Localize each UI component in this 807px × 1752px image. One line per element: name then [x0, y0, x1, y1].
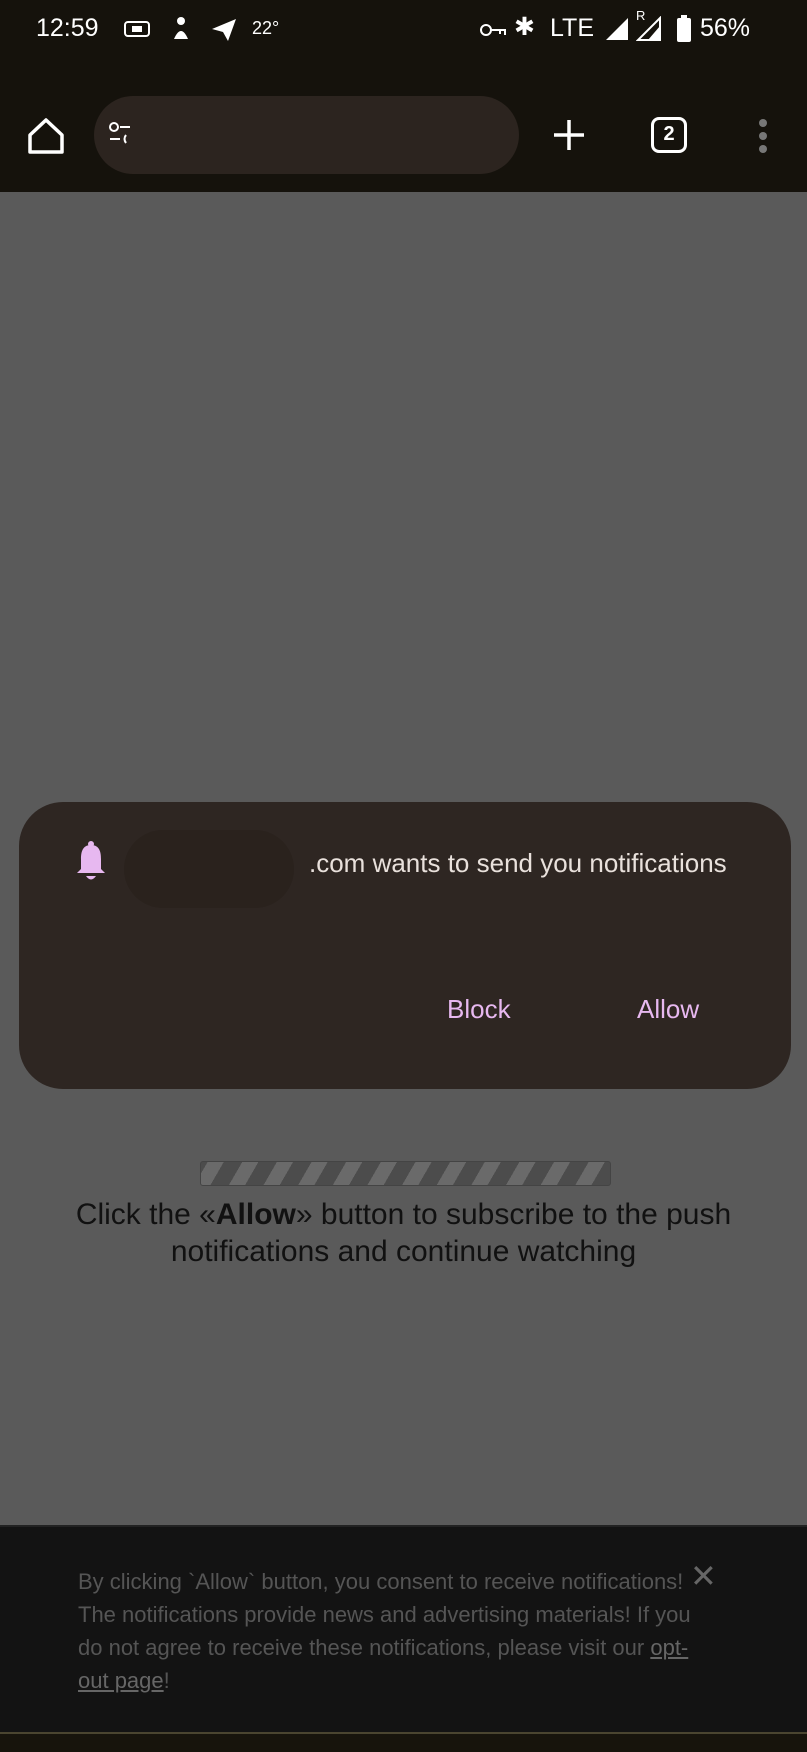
vpn-key-icon [480, 24, 506, 36]
site-settings-icon[interactable] [108, 122, 134, 146]
status-bar: 12:59 22° ✱ LTE R 56% [0, 0, 807, 62]
cast-icon [124, 21, 150, 37]
home-icon[interactable] [26, 117, 66, 155]
redacted-domain [124, 830, 294, 908]
clock: 12:59 [36, 14, 99, 42]
menu-icon[interactable] [756, 116, 770, 156]
address-bar[interactable] [94, 96, 519, 174]
consent-banner: By clicking `Allow` button, you consent … [0, 1525, 807, 1732]
block-button[interactable]: Block [447, 994, 511, 1025]
loading-progress-bar [200, 1161, 611, 1186]
bell-icon [77, 841, 105, 880]
temperature: 22° [252, 18, 280, 38]
battery-icon [677, 15, 691, 42]
new-tab-icon[interactable] [552, 118, 586, 152]
allow-button[interactable]: Allow [637, 994, 699, 1025]
signal-icon [606, 18, 628, 40]
tab-switcher-button[interactable]: 2 [651, 117, 687, 153]
network-type: LTE [550, 14, 594, 42]
permission-message: .com wants to send you notifications [309, 848, 727, 878]
instruction-text: Click the «Allow» button to subscribe to… [0, 1196, 807, 1270]
consent-end: ! [163, 1668, 170, 1693]
instruction-bold: Allow [215, 1198, 296, 1231]
battery-level: 56% [700, 14, 751, 42]
bluetooth-icon: ✱ [514, 13, 535, 41]
telegram-icon [212, 19, 236, 41]
consent-text: By clicking `Allow` button, you consent … [78, 1565, 698, 1697]
close-icon[interactable]: ✕ [690, 1557, 717, 1595]
signal-roaming-icon [636, 16, 661, 41]
browser-toolbar: 2 [0, 62, 807, 192]
consent-body: By clicking `Allow` button, you consent … [78, 1569, 691, 1660]
instruction-part: Click the « [75, 1198, 216, 1231]
navigation-bar [0, 1732, 807, 1752]
app-notification-icon [174, 17, 188, 39]
notification-permission-dialog: .com wants to send you notifications Blo… [19, 802, 791, 1089]
